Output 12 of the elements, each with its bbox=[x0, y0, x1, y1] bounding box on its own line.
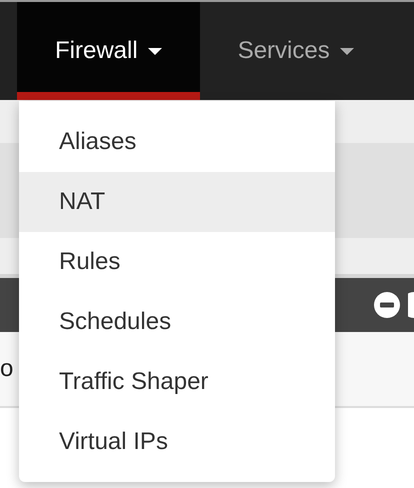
caret-icon bbox=[340, 48, 354, 54]
dropdown-item[interactable]: Rules bbox=[19, 232, 335, 292]
panel-text: o bbox=[0, 354, 14, 384]
nav-menu-item[interactable]: Firewall bbox=[17, 2, 200, 100]
nav-menu-item[interactable]: Services bbox=[200, 2, 392, 100]
dropdown-item[interactable]: Traffic Shaper bbox=[19, 352, 335, 412]
dropdown-item[interactable]: Aliases bbox=[19, 112, 335, 172]
dropdown-item[interactable]: Schedules bbox=[19, 292, 335, 352]
collapse-icon[interactable] bbox=[374, 292, 400, 318]
dropdown-item[interactable]: NAT bbox=[19, 172, 335, 232]
caret-icon bbox=[148, 48, 162, 54]
dropdown-item[interactable]: Virtual IPs bbox=[19, 412, 335, 472]
